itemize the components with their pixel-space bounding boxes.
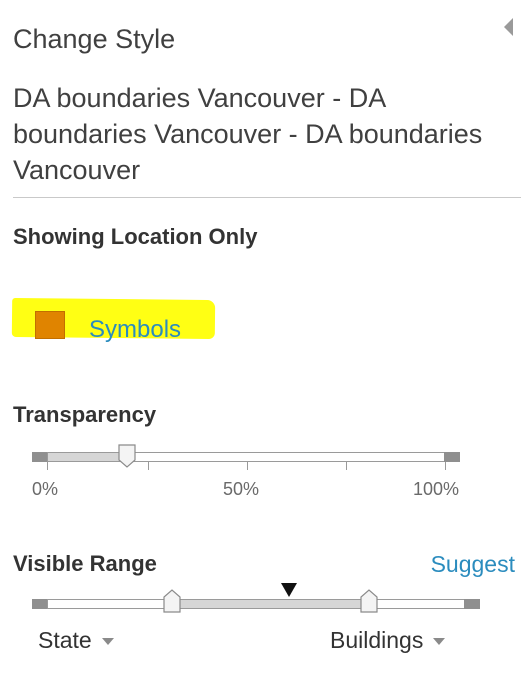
slider-fill (47, 452, 127, 462)
visible-range-title: Visible Range (13, 551, 157, 576)
current-scale-marker-icon (281, 583, 298, 597)
max-scale-select[interactable]: Buildings (330, 627, 446, 654)
tick-label-100: 100% (413, 479, 460, 499)
tick-mark (47, 462, 48, 470)
chevron-down-icon (433, 638, 446, 646)
tick-mark (247, 462, 248, 470)
tick-mark (148, 462, 149, 470)
showing-location-title: Showing Location Only (13, 224, 258, 249)
symbol-color-swatch[interactable] (35, 311, 65, 339)
suggest-link[interactable]: Suggest (431, 551, 515, 578)
divider (13, 197, 521, 198)
range-min-thumb[interactable] (163, 589, 181, 613)
tick-label-50: 50% (223, 479, 260, 499)
slider-track-start (32, 452, 48, 462)
transparency-title: Transparency (13, 402, 157, 427)
range-track-start (32, 599, 48, 609)
range-max-thumb[interactable] (360, 589, 378, 613)
symbols-link[interactable]: Symbols (89, 316, 181, 344)
change-style-panel: Change Style DA boundaries Vancouver - D… (0, 0, 529, 687)
layer-title: DA boundaries Vancouver - DA boundaries … (13, 83, 483, 185)
range-fill (172, 599, 369, 609)
tick-mark (346, 462, 347, 470)
step-title: Change Style (13, 24, 176, 54)
transparency-slider-thumb[interactable] (117, 444, 136, 468)
min-scale-label: State (38, 627, 92, 653)
min-scale-select[interactable]: State (38, 627, 114, 654)
tick-label-0: 0% (32, 479, 59, 499)
max-scale-label: Buildings (330, 627, 424, 653)
range-track-end (464, 599, 480, 609)
slider-track-end (444, 452, 460, 462)
chevron-down-icon (101, 638, 114, 646)
caret-left-icon[interactable] (504, 18, 513, 36)
tick-mark (445, 462, 446, 470)
